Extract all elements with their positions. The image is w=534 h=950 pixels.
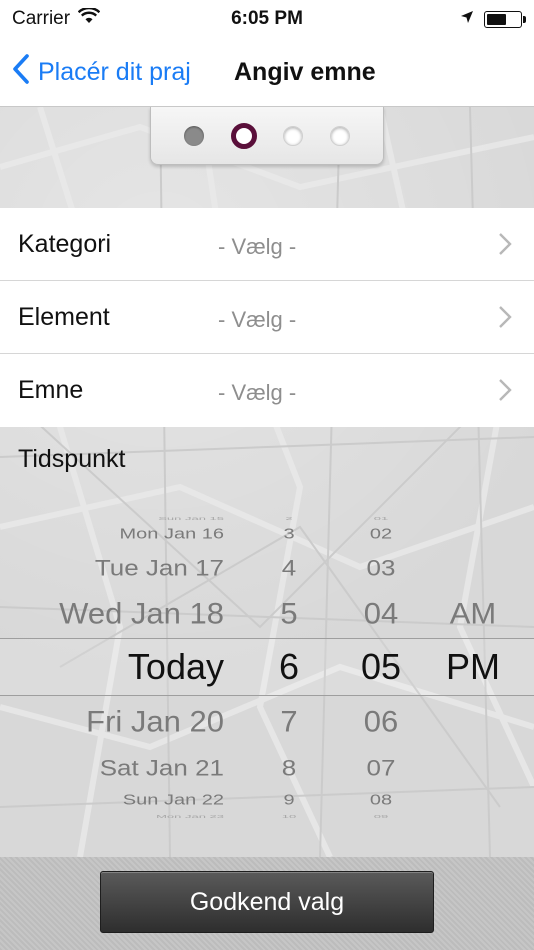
picker-item[interactable]: 06: [336, 706, 426, 736]
element-value: - Vælg -: [218, 307, 297, 332]
step-indicator: [150, 107, 384, 165]
picker-item[interactable]: Tue Jan 17: [0, 557, 236, 579]
element-row[interactable]: Element - Vælg -: [0, 281, 534, 354]
chevron-right-icon: [498, 232, 512, 261]
navigation-bar: Placér dit praj Angiv emne: [0, 38, 534, 107]
picker-item[interactable]: 6: [246, 649, 332, 685]
location-arrow-icon: [460, 8, 474, 30]
wifi-icon: [77, 6, 101, 30]
picker-item[interactable]: 04: [336, 598, 426, 628]
picker-item[interactable]: Mon Jan 23: [0, 814, 236, 819]
picker-item[interactable]: 7: [246, 706, 332, 736]
picker-item[interactable]: 2: [246, 516, 332, 521]
step-dot-4: [329, 125, 350, 146]
picker-item[interactable]: 10: [246, 814, 332, 819]
element-label: Element: [18, 302, 110, 331]
carrier-label: Carrier: [12, 8, 71, 29]
form-list: Kategori - Vælg - Element - Vælg - Emne …: [0, 208, 534, 427]
picker-item[interactable]: 4: [246, 557, 332, 579]
picker-item[interactable]: Sun Jan 15: [0, 516, 236, 521]
picker-item[interactable]: Sun Jan 22: [0, 793, 236, 807]
battery-icon: [484, 10, 526, 28]
subject-row[interactable]: Emne - Vælg -: [0, 354, 534, 427]
status-time: 6:05 PM: [231, 8, 303, 29]
picker-item[interactable]: Wed Jan 18: [0, 598, 236, 628]
step-dot-2: [230, 122, 257, 149]
chevron-left-icon: [12, 53, 30, 91]
picker-item[interactable]: 5: [246, 598, 332, 628]
picker-minute-column[interactable]: 01 02 03 04 05 06 07 08 09: [336, 512, 426, 824]
confirm-button[interactable]: Godkend valg: [100, 871, 434, 933]
picker-item[interactable]: 08: [336, 793, 426, 807]
picker-item[interactable]: PM: [430, 649, 516, 685]
picker-item[interactable]: Fri Jan 20: [0, 706, 236, 736]
subject-label: Emne: [18, 376, 84, 404]
picker-item[interactable]: 9: [246, 793, 332, 807]
picker-item[interactable]: Mon Jan 16: [0, 527, 236, 541]
picker-item[interactable]: 09: [336, 814, 426, 819]
picker-item[interactable]: 3: [246, 527, 332, 541]
category-value: - Vælg -: [218, 234, 297, 259]
picker-item[interactable]: Today: [0, 649, 236, 685]
chevron-right-icon: [498, 305, 512, 334]
category-row[interactable]: Kategori - Vælg -: [0, 208, 534, 281]
picker-item[interactable]: Sat Jan 21: [0, 757, 236, 779]
picker-hour-column[interactable]: 2 3 4 5 6 7 8 9 10: [246, 512, 332, 824]
picker-item[interactable]: 02: [336, 527, 426, 541]
subject-value: - Vælg -: [218, 380, 297, 405]
picker-date-column[interactable]: Sun Jan 15 Mon Jan 16 Tue Jan 17 Wed Jan 18…: [0, 512, 236, 824]
step-dot-1: [184, 125, 205, 146]
picker-ampm-column[interactable]: AM PM: [430, 512, 516, 824]
date-time-picker[interactable]: Sun Jan 15 Mon Jan 16 Tue Jan 17 Wed Jan 18…: [0, 512, 534, 824]
step-dot-3: [283, 125, 304, 146]
picker-item[interactable]: 01: [336, 516, 426, 521]
status-bar: Carrier 6:05 PM: [0, 0, 534, 38]
picker-item[interactable]: 8: [246, 757, 332, 779]
back-button[interactable]: Placér dit praj: [12, 53, 222, 91]
category-label: Kategori: [18, 229, 112, 258]
time-label: Tidspunkt: [18, 445, 126, 473]
page-title: Angiv emne: [234, 57, 376, 86]
chevron-right-icon: [498, 378, 512, 407]
bottom-bar: Godkend valg: [0, 857, 534, 950]
back-button-label: Placér dit praj: [38, 57, 191, 86]
picker-item[interactable]: 03: [336, 557, 426, 579]
picker-item[interactable]: 07: [336, 757, 426, 779]
picker-item[interactable]: AM: [430, 598, 516, 628]
picker-item[interactable]: 05: [336, 649, 426, 685]
